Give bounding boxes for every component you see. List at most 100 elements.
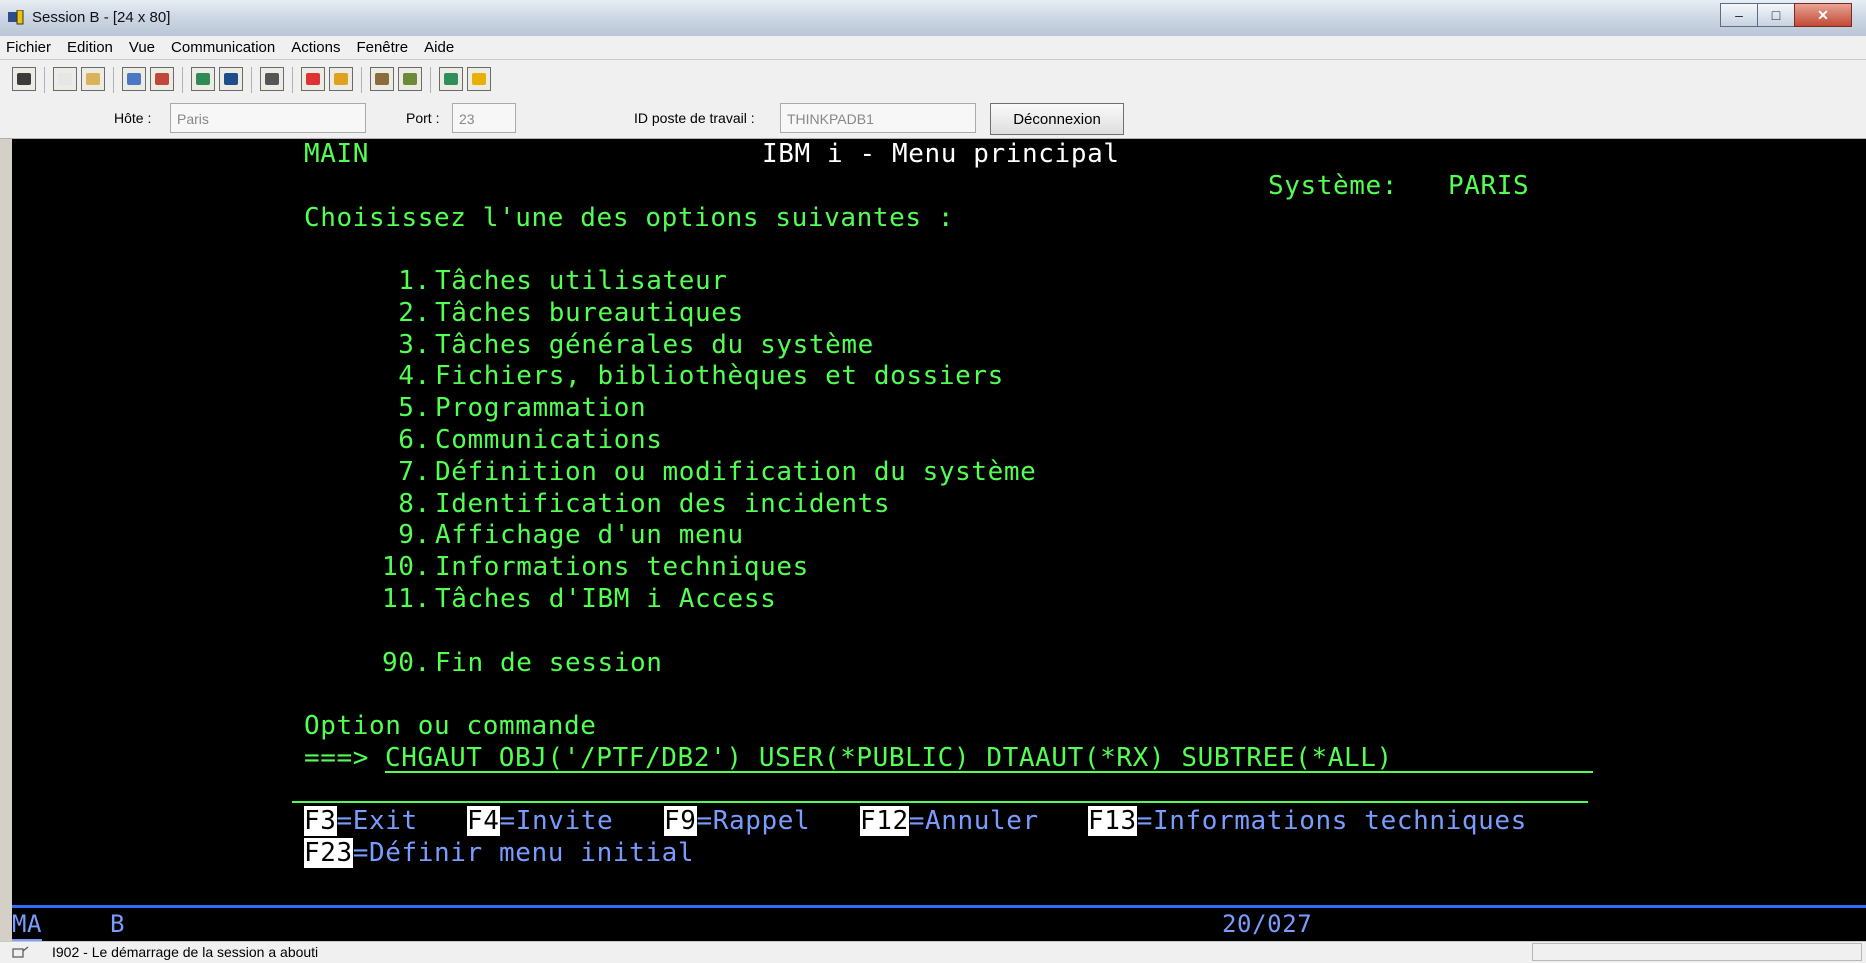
f4-prompt-key[interactable]: F4=Invite <box>467 806 613 836</box>
status-panel <box>1532 943 1862 961</box>
host-label: Hôte : <box>114 110 152 126</box>
connection-bar: Hôte : Paris Port : 23 ID poste de trava… <box>0 100 1866 139</box>
keyboard-icon[interactable] <box>219 67 243 91</box>
play-icon[interactable] <box>329 67 353 91</box>
f12-cancel-key[interactable]: F12=Annuler <box>860 806 1039 836</box>
signoff-label: Fin de session <box>435 648 663 678</box>
host-field[interactable]: Paris <box>170 103 366 133</box>
menu-communication[interactable]: Communication <box>171 39 275 56</box>
option-label: Tâches d'IBM i Access <box>435 584 777 614</box>
fkey-label: F23 <box>304 838 353 868</box>
fkey-description: =Invite <box>499 806 614 836</box>
transfer-send-icon[interactable] <box>370 67 394 91</box>
command-label: Option ou commande <box>304 711 597 741</box>
cursor-position: 20/027 <box>1222 910 1313 938</box>
signoff-number: 90. <box>382 648 431 678</box>
option-number: 8. <box>382 489 431 519</box>
option-number: 7. <box>382 457 431 487</box>
maximize-icon[interactable]: □ <box>1757 3 1795 27</box>
record-icon[interactable] <box>301 67 325 91</box>
option-number: 10. <box>382 552 431 582</box>
display-icon[interactable] <box>191 67 215 91</box>
status-bar: I902 - Le démarrage de la session a abou… <box>0 941 1866 963</box>
print-screen-icon[interactable] <box>12 67 36 91</box>
connection-status-icon <box>12 946 29 958</box>
emulator-app-icon <box>8 10 24 25</box>
toolbar-divider <box>44 67 45 93</box>
options-prompt: Choisissez l'une des options suivantes : <box>304 203 955 233</box>
menu-fenetre[interactable]: Fenêtre <box>356 39 408 56</box>
fkey-label: F12 <box>860 806 909 836</box>
workstation-field[interactable]: THINKPADB1 <box>780 103 976 133</box>
option-label: Tâches générales du système <box>435 330 874 360</box>
window-controls: – □ ✕ <box>1720 3 1852 27</box>
option-number: 4. <box>382 361 431 391</box>
window-title: Session B - [24 x 80] <box>32 9 171 26</box>
oia-mode: MA <box>12 909 43 941</box>
toolbar-divider <box>251 67 252 93</box>
workstation-label: ID poste de travail : <box>634 110 755 126</box>
fkey-label: F3 <box>304 806 337 836</box>
option-label: Fichiers, bibliothèques et dossiers <box>435 361 1004 391</box>
globe-icon[interactable] <box>439 67 463 91</box>
fkey-description: =Informations techniques <box>1136 806 1527 836</box>
option-number: 3. <box>382 330 431 360</box>
option-number: 2. <box>382 298 431 328</box>
minimize-icon[interactable]: – <box>1720 3 1758 27</box>
close-icon[interactable]: ✕ <box>1794 3 1852 27</box>
help-icon[interactable] <box>467 67 491 91</box>
toolbar <box>0 60 1866 101</box>
menu-aide[interactable]: Aide <box>424 39 454 56</box>
option-label: Affichage d'un menu <box>435 520 744 550</box>
fkey-label: F9 <box>664 806 697 836</box>
toolbar-divider <box>113 67 114 93</box>
copy-icon[interactable] <box>53 67 77 91</box>
send-icon[interactable] <box>122 67 146 91</box>
menu-id: MAIN <box>304 139 370 169</box>
menu-vue[interactable]: Vue <box>129 39 155 56</box>
toolbar-divider <box>430 67 431 93</box>
f9-retrieve-key[interactable]: F9=Rappel <box>664 806 810 836</box>
option-number: 9. <box>382 520 431 550</box>
fkey-description: =Rappel <box>696 806 811 836</box>
function-key-separator <box>292 801 1588 803</box>
f13-info-key[interactable]: F13=Informations techniques <box>1088 806 1527 836</box>
terminal-screen[interactable]: MAIN IBM i - Menu principal Système: PAR… <box>12 139 1866 905</box>
option-label: Définition ou modification du système <box>435 457 1037 487</box>
fkey-label: F13 <box>1088 806 1137 836</box>
fkey-description: =Annuler <box>908 806 1039 836</box>
option-number: 11. <box>382 584 431 614</box>
menu-edition[interactable]: Edition <box>67 39 113 56</box>
macro-icon[interactable] <box>260 67 284 91</box>
option-number: 5. <box>382 393 431 423</box>
disconnect-button[interactable]: Déconnexion <box>990 103 1124 135</box>
option-label: Identification des incidents <box>435 489 891 519</box>
option-label: Tâches bureautiques <box>435 298 744 328</box>
toolbar-divider <box>292 67 293 93</box>
f3-exit-key[interactable]: F3=Exit <box>304 806 418 836</box>
fkey-description: =Exit <box>336 806 418 836</box>
menu-actions[interactable]: Actions <box>291 39 340 56</box>
fkey-description: =Définir menu initial <box>352 838 695 868</box>
transfer-receive-icon[interactable] <box>398 67 422 91</box>
command-input[interactable]: CHGAUT OBJ('/PTF/DB2') USER(*PUBLIC) DTA… <box>385 743 1393 773</box>
system-label: Système: <box>1268 171 1399 201</box>
option-label: Tâches utilisateur <box>435 266 728 296</box>
toolbar-divider <box>182 67 183 93</box>
paste-icon[interactable] <box>81 67 105 91</box>
toolbar-divider <box>361 67 362 93</box>
port-field[interactable]: 23 <box>452 103 516 133</box>
title-bar: Session B - [24 x 80] – □ ✕ <box>0 0 1866 37</box>
status-message: I902 - Le démarrage de la session a abou… <box>52 944 319 960</box>
menu-bar: Fichier Edition Vue Communication Action… <box>0 36 1866 60</box>
option-label: Programmation <box>435 393 647 423</box>
operator-info-area: MA B 20/027 <box>12 905 1866 941</box>
command-arrow: ===> <box>304 743 370 773</box>
option-number: 1. <box>382 266 431 296</box>
fkey-label: F4 <box>467 806 500 836</box>
command-input-underline <box>385 771 1593 773</box>
receive-icon[interactable] <box>150 67 174 91</box>
menu-fichier[interactable]: Fichier <box>6 39 51 56</box>
f23-initial-menu-key[interactable]: F23=Définir menu initial <box>304 838 694 868</box>
system-value: PARIS <box>1448 171 1530 201</box>
